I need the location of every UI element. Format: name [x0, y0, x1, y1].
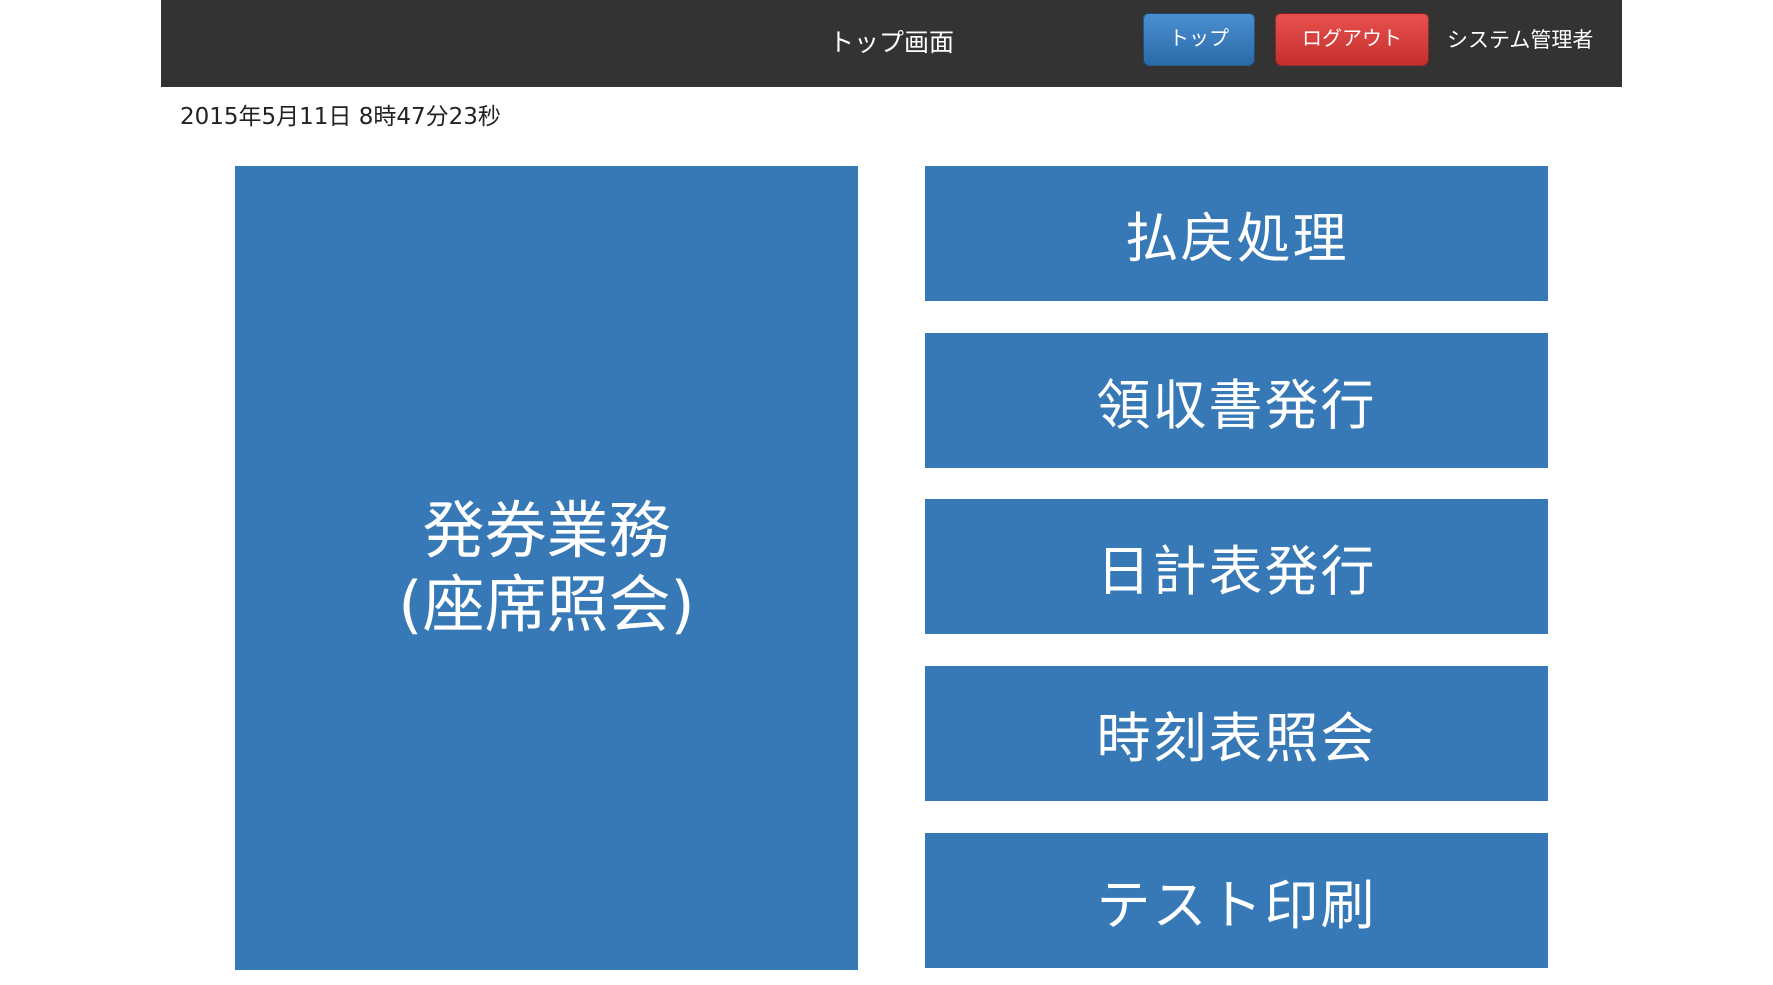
refund-processing-label: 払戻処理 [1124, 207, 1349, 270]
daily-report-issue-label: 日計表発行 [1096, 540, 1377, 603]
refund-processing-button[interactable]: 払戻処理 [925, 166, 1548, 301]
timetable-inquiry-button[interactable]: 時刻表照会 [925, 666, 1548, 801]
ticketing-seat-inquiry-button[interactable]: 発券業務 (座席照会) [235, 166, 858, 970]
test-print-button[interactable]: テスト印刷 [925, 833, 1548, 968]
user-name-label: システム管理者 [1447, 28, 1594, 52]
current-datetime: 2015年5月11日 8時47分23秒 [180, 104, 501, 130]
seat-inquiry-label: (座席照会) [398, 568, 695, 641]
logout-button[interactable]: ログアウト [1275, 13, 1429, 66]
daily-report-issue-button[interactable]: 日計表発行 [925, 499, 1548, 634]
top-header-bar: トップ画面 トップ ログアウト システム管理者 [161, 0, 1622, 87]
ticketing-label: 発券業務 [422, 494, 671, 567]
receipt-issue-label: 領収書発行 [1096, 374, 1377, 437]
receipt-issue-button[interactable]: 領収書発行 [925, 333, 1548, 468]
top-button[interactable]: トップ [1143, 13, 1255, 66]
page: トップ画面 トップ ログアウト システム管理者 2015年5月11日 8時47分… [0, 0, 1773, 985]
timetable-inquiry-label: 時刻表照会 [1096, 707, 1377, 770]
test-print-label: テスト印刷 [1096, 874, 1377, 937]
